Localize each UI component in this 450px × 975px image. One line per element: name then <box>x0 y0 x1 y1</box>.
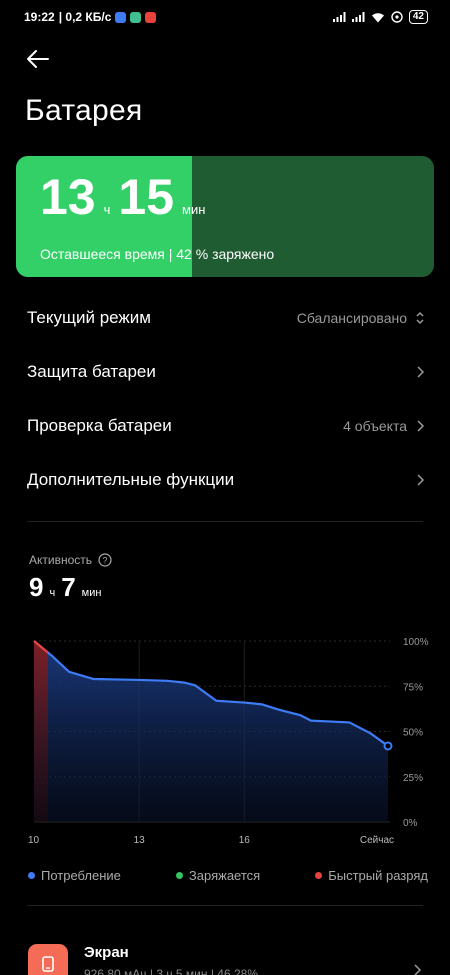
legend-label: Быстрый разряд <box>328 868 428 883</box>
notification-app-icon <box>115 11 127 23</box>
notification-app-icon <box>130 11 142 23</box>
back-button[interactable] <box>24 46 54 72</box>
chevron-right-icon <box>417 420 425 432</box>
x-tick-label: Сейчас <box>360 835 394 846</box>
activity-time: 9 ч 7 мин <box>29 572 107 603</box>
x-tick-label: 16 <box>239 835 251 846</box>
signal-icon <box>332 12 346 22</box>
x-tick-label: 13 <box>134 835 146 846</box>
divider <box>27 521 423 522</box>
status-right: 42 <box>332 10 428 24</box>
activity-label-text: Активность <box>29 553 93 567</box>
status-bar: 19:22 | 0,2 КБ/с 42 <box>0 0 450 34</box>
y-tick-label: 0% <box>403 818 418 829</box>
y-tick-label: 75% <box>403 682 423 693</box>
hours-unit: ч <box>49 587 56 599</box>
signal-icon <box>351 12 365 22</box>
remaining-minutes: 15 <box>118 169 175 225</box>
notification-app-icon <box>145 11 157 23</box>
hotspot-icon <box>391 11 403 23</box>
activity-label: Активность ? <box>29 553 112 567</box>
chart-legend: Потребление Заряжается Быстрый разряд <box>28 868 428 883</box>
y-tick-label: 50% <box>403 728 423 739</box>
battery-protection-row[interactable]: Защита батареи <box>27 352 425 392</box>
arrow-left-icon <box>27 50 49 68</box>
y-tick-label: 100% <box>403 637 429 648</box>
consumption-area <box>34 641 388 822</box>
remaining-hours: 13 <box>40 169 96 225</box>
usage-item-screen[interactable]: Экран 926,80 мАч | 3 ч 5 мин | 46,28% <box>28 944 426 975</box>
minutes-unit: мин <box>81 587 102 599</box>
activity-minutes: 7 <box>61 572 76 602</box>
legend-charging: Заряжается <box>175 868 261 883</box>
row-value: 4 объекта <box>343 418 407 434</box>
y-tick-label: 25% <box>403 773 423 784</box>
legend-dot <box>28 872 35 879</box>
usage-item-subtitle: 926,80 мАч | 3 ч 5 мин | 46,28% <box>84 967 258 975</box>
battery-indicator: 42 <box>408 10 428 24</box>
legend-dot <box>175 872 183 879</box>
additional-features-row[interactable]: Дополнительные функции <box>27 460 425 500</box>
legend-label: Заряжается <box>188 868 261 883</box>
legend-dot <box>315 872 323 879</box>
status-left: 19:22 | 0,2 КБ/с <box>24 10 157 24</box>
updown-chevron-icon <box>416 311 424 325</box>
phone-screen-icon <box>28 944 68 975</box>
legend-label: Потребление <box>41 868 121 883</box>
page-title: Батарея <box>25 94 143 127</box>
row-value: Сбалансировано <box>296 310 407 326</box>
legend-fast-drain: Быстрый разряд <box>315 868 428 883</box>
fast-drain-area <box>34 641 49 822</box>
battery-level-chart: 100% 75% 50% 25% 0% 10 13 16 Сейчас <box>28 637 429 846</box>
chevron-right-icon <box>417 474 425 486</box>
activity-hours: 9 <box>29 572 44 602</box>
battery-card-subtitle: Оставшееся время | 42 % заряжено <box>40 246 275 262</box>
chevron-right-icon <box>414 964 422 975</box>
remaining-time: 13 ч 15 мин <box>40 172 213 222</box>
current-level-point <box>383 741 393 751</box>
network-speed: | 0,2 КБ/с <box>58 10 112 24</box>
minutes-unit: мин <box>182 202 206 217</box>
row-label: Дополнительные функции <box>27 470 235 489</box>
current-mode-row[interactable]: Текущий режим Сбалансировано <box>27 298 425 338</box>
usage-item-title: Экран <box>84 944 129 961</box>
battery-check-row[interactable]: Проверка батареи 4 объекта <box>27 406 425 446</box>
x-tick-label: 10 <box>28 835 40 846</box>
help-icon[interactable]: ? <box>98 553 112 567</box>
row-label: Защита батареи <box>27 362 156 381</box>
row-label: Проверка батареи <box>27 416 172 435</box>
divider <box>27 905 423 906</box>
hours-unit: ч <box>103 202 111 217</box>
wifi-icon <box>371 12 384 22</box>
row-label: Текущий режим <box>27 308 151 327</box>
svg-text:?: ? <box>103 556 108 566</box>
chevron-right-icon <box>417 366 425 378</box>
legend-consumption: Потребление <box>28 868 121 883</box>
status-time: 19:22 <box>24 10 55 24</box>
